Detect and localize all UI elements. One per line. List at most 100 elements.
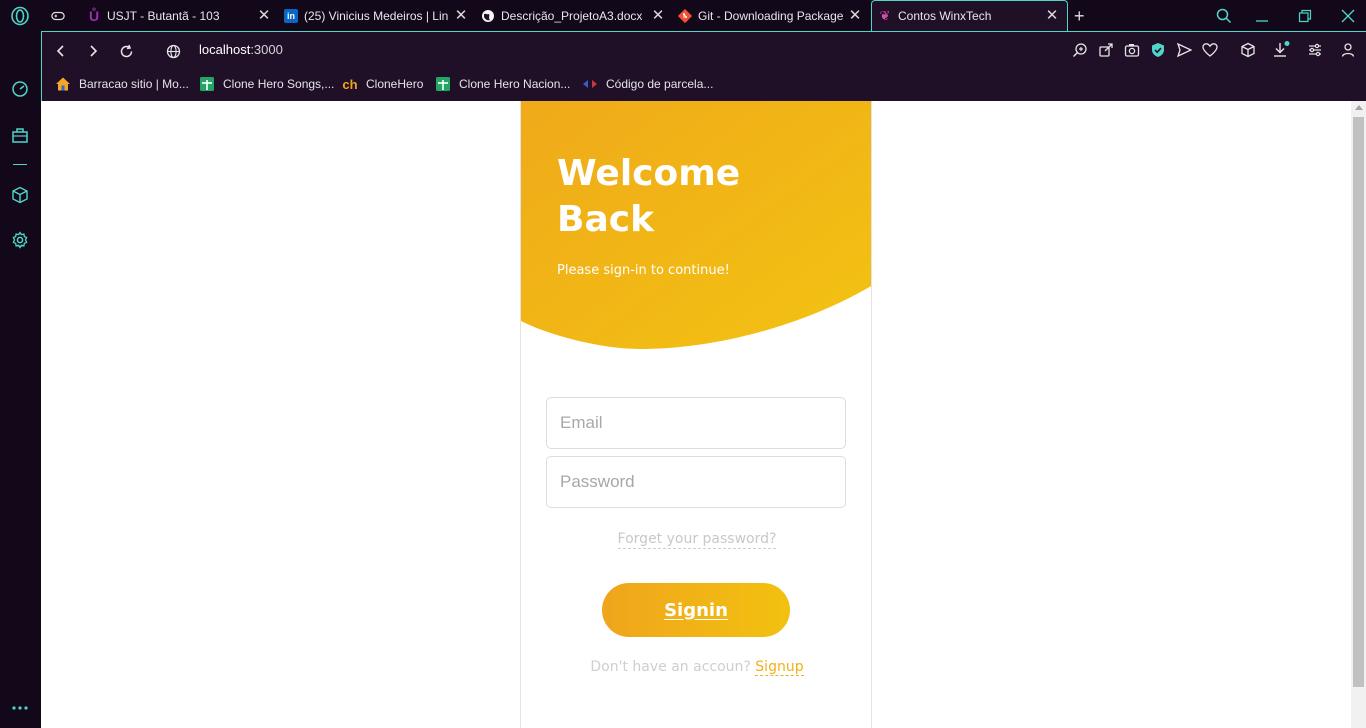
vertical-scrollbar[interactable] xyxy=(1351,101,1366,728)
bookmark-label: Código de parcela... xyxy=(606,77,714,91)
zoom-icon xyxy=(1073,43,1087,57)
forgot-password-row: Forget your password? xyxy=(521,528,871,549)
tab-descricao[interactable]: Descrição_ProjetoA3.docx ✕ xyxy=(481,3,665,29)
url-host: localhost xyxy=(199,42,251,57)
bookmark-label: Clone Hero Nacion... xyxy=(459,77,571,91)
camera-icon xyxy=(1124,44,1140,57)
sheets-icon xyxy=(435,76,451,92)
back-arrow-icon xyxy=(56,45,64,57)
signin-button[interactable]: Signin xyxy=(602,583,790,637)
bookmark-item[interactable]: Código de parcela... xyxy=(582,75,713,93)
welcome-subtitle: Please sign-in to continue! xyxy=(557,263,730,278)
url-port: :3000 xyxy=(250,42,283,57)
send-button[interactable] xyxy=(1175,41,1193,59)
bookmark-item[interactable]: Barracao sitio | Mo... xyxy=(55,75,189,93)
site-info-button[interactable] xyxy=(162,40,184,62)
reload-icon xyxy=(120,44,132,57)
share-button[interactable] xyxy=(1097,41,1115,59)
browser-toolbar: localhost:3000 Barracao sitio | Mo... Cl… xyxy=(41,31,1366,101)
bookmark-label: Clone Hero Songs,... xyxy=(223,77,335,91)
globe-icon xyxy=(481,9,495,23)
tab-git[interactable]: Git - Downloading Package ✕ xyxy=(678,3,862,29)
zoom-button[interactable] xyxy=(1071,41,1089,59)
back-button[interactable] xyxy=(50,40,72,62)
scroll-up-arrow-icon[interactable] xyxy=(1355,105,1363,110)
tab-title: Descrição_ProjetoA3.docx xyxy=(501,9,643,23)
opera-sidebar xyxy=(0,0,41,728)
linkedin-icon: in xyxy=(284,9,298,23)
home-icon xyxy=(55,76,71,92)
tab-usjt[interactable]: Ů USJT - Butantã - 103 ✕ xyxy=(87,3,271,29)
close-window-button[interactable] xyxy=(1341,3,1359,29)
close-tab-icon[interactable]: ✕ xyxy=(454,8,468,23)
gamepad-icon xyxy=(51,9,65,23)
bookmark-item[interactable]: Clone Hero Songs,... xyxy=(199,75,334,93)
extensions-button[interactable] xyxy=(1239,41,1257,59)
shield-check-icon xyxy=(1152,43,1164,57)
tab-bar: Ů USJT - Butantã - 103 ✕ in (25) Viniciu… xyxy=(41,0,1366,31)
bookmark-label: Barracao sitio | Mo... xyxy=(79,77,189,91)
welcome-title: Welcome Back xyxy=(557,153,741,240)
bookmark-heart-button[interactable] xyxy=(1201,41,1219,59)
sidebar-divider xyxy=(13,164,27,165)
settings-gear-icon[interactable] xyxy=(9,229,31,251)
opera-logo-icon[interactable] xyxy=(9,5,31,27)
send-icon xyxy=(1176,42,1192,58)
ch-icon: ch xyxy=(342,76,358,92)
forgot-password-link[interactable]: Forget your password? xyxy=(617,531,777,549)
bookmark-item[interactable]: ch CloneHero xyxy=(342,75,423,93)
bookmark-label: CloneHero xyxy=(366,77,424,91)
login-card: Welcome Back Please sign-in to continue!… xyxy=(520,101,872,728)
signup-row: Don't have an accoun? Signup xyxy=(521,659,871,676)
tab-contos-winxtech[interactable]: ❦ Contos WinxTech ✕ xyxy=(871,0,1068,31)
winx-icon: ❦ xyxy=(879,8,891,23)
new-tab-button[interactable]: + xyxy=(1074,3,1092,29)
cube-icon xyxy=(1241,42,1255,58)
close-tab-icon[interactable]: ✕ xyxy=(257,8,271,23)
signup-link[interactable]: Signup xyxy=(755,659,804,676)
close-tab-icon[interactable]: ✕ xyxy=(848,8,862,23)
tab-linkedin[interactable]: in (25) Vinicius Medeiros | Lin ✕ xyxy=(284,3,468,29)
globe-icon xyxy=(166,44,180,58)
speed-dial-icon[interactable] xyxy=(9,78,31,100)
restore-button[interactable] xyxy=(1298,3,1316,29)
forward-arrow-icon xyxy=(90,45,98,57)
email-field[interactable] xyxy=(546,397,846,449)
close-tab-icon[interactable]: ✕ xyxy=(1045,8,1059,23)
git-icon xyxy=(678,9,692,23)
vpn-shield-button[interactable] xyxy=(1149,41,1167,59)
usjt-logo-icon: Ů xyxy=(88,8,100,24)
restore-icon xyxy=(1298,9,1312,23)
minimize-icon xyxy=(1256,20,1268,22)
user-icon xyxy=(1341,43,1355,57)
tab-title: Contos WinxTech xyxy=(898,9,992,23)
tab-gaming[interactable] xyxy=(51,3,81,29)
tab-title: USJT - Butantã - 103 xyxy=(107,9,220,23)
tab-search-button[interactable] xyxy=(1216,3,1234,29)
bookmark-item[interactable]: Clone Hero Nacion... xyxy=(435,75,570,93)
more-dots-icon[interactable] xyxy=(9,697,31,719)
forward-button[interactable] xyxy=(82,40,104,62)
page-viewport: Welcome Back Please sign-in to continue!… xyxy=(41,101,1351,728)
bookmarks-bar: Barracao sitio | Mo... Clone Hero Songs,… xyxy=(42,70,1366,98)
address-bar[interactable]: localhost:3000 xyxy=(199,42,283,57)
profile-button[interactable] xyxy=(1339,41,1357,59)
tab-title: Git - Downloading Package xyxy=(698,9,844,23)
password-field[interactable] xyxy=(546,456,846,508)
downloads-button[interactable] xyxy=(1272,41,1290,59)
tab-title: (25) Vinicius Medeiros | Lin xyxy=(304,9,449,23)
no-account-text: Don't have an accoun? xyxy=(590,659,751,675)
download-icon xyxy=(1274,41,1290,57)
code-icon xyxy=(582,76,598,92)
workspaces-icon[interactable] xyxy=(9,124,31,146)
share-icon xyxy=(1099,43,1113,57)
scrollbar-thumb[interactable] xyxy=(1353,117,1364,687)
reload-button[interactable] xyxy=(115,40,137,62)
easy-setup-button[interactable] xyxy=(1306,41,1324,59)
minimize-button[interactable] xyxy=(1255,3,1273,29)
sliders-icon xyxy=(1309,43,1321,57)
cube-icon[interactable] xyxy=(9,184,31,206)
heart-icon xyxy=(1202,43,1218,57)
snapshot-button[interactable] xyxy=(1123,41,1141,59)
close-tab-icon[interactable]: ✕ xyxy=(651,8,665,23)
